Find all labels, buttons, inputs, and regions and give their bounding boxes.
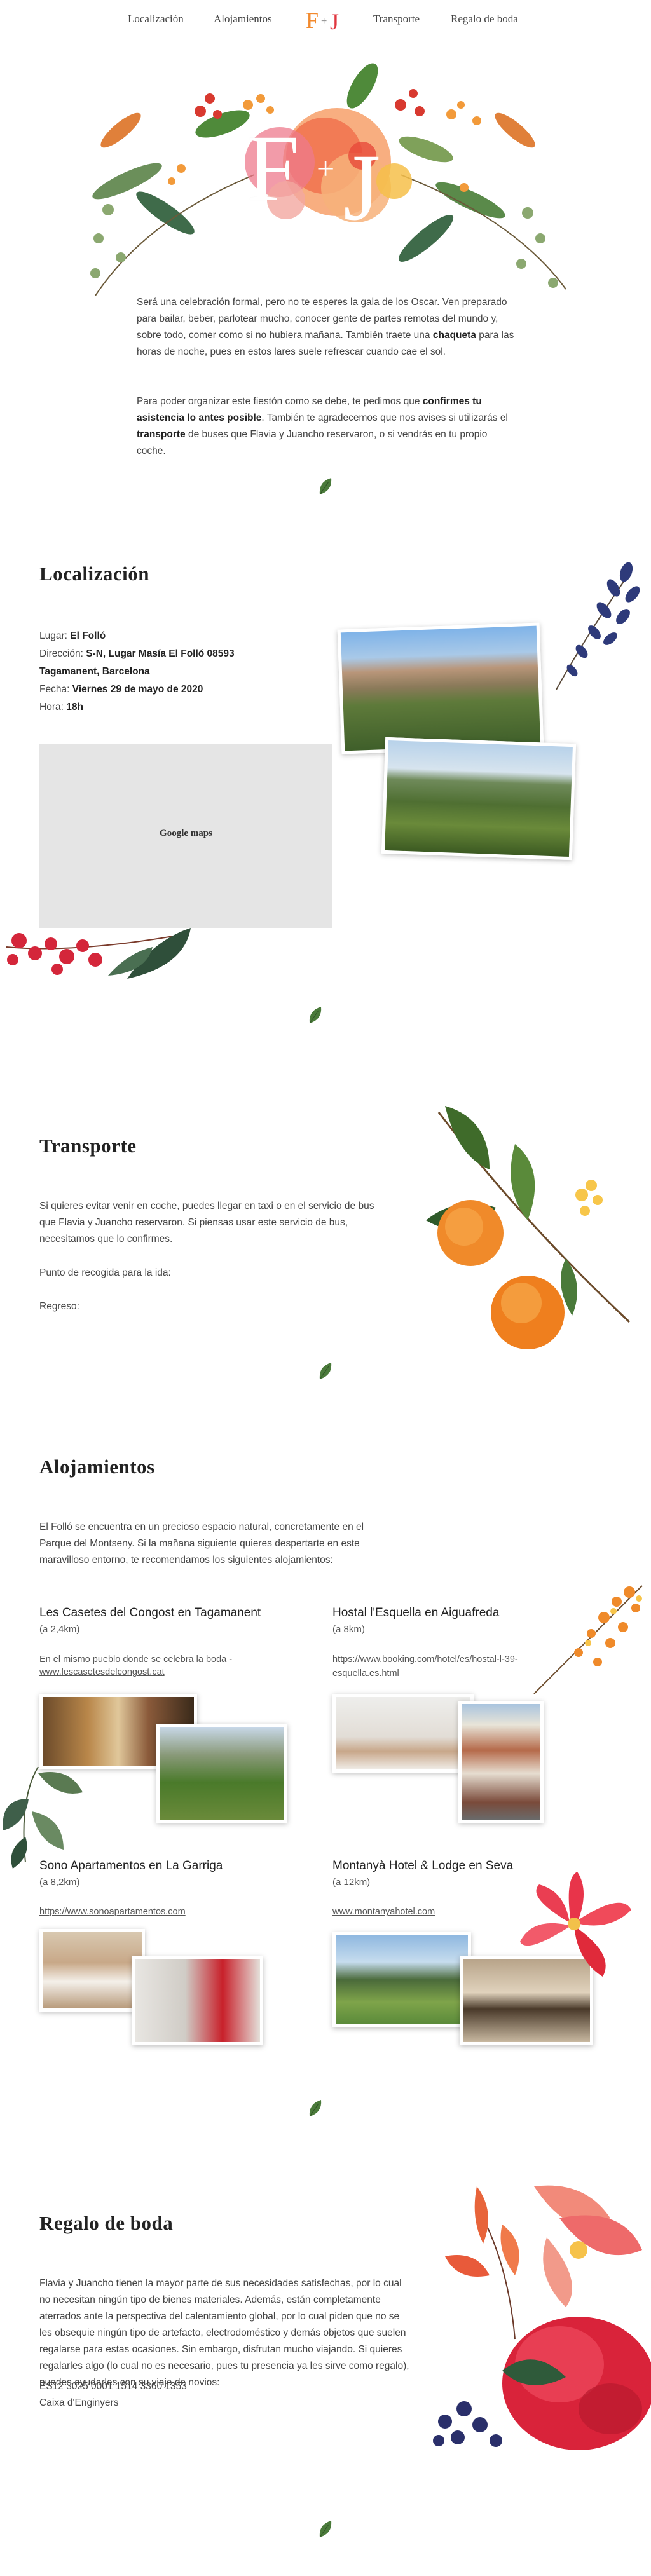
transporte-pickup: Punto de recogida para la ida:: [39, 1267, 171, 1278]
section-title-alojamientos: Alojamientos: [39, 1455, 155, 1478]
intro-paragraph-1: Será una celebración formal, pero no te …: [137, 294, 518, 360]
hotel-1-photo-garden: [156, 1724, 287, 1823]
red-flower-illustration: [520, 1872, 631, 1977]
intro-2-text: Para poder organizar este fiestón como s…: [137, 396, 423, 407]
hotel-2-name: Hostal l'Esquella en Aiguafreda: [332, 1606, 500, 1619]
hotel-2-photo-room: [332, 1694, 474, 1773]
hotel-2-photo-facade: [458, 1701, 544, 1823]
svg-text:+: +: [321, 16, 327, 27]
section-title-regalo: Regalo de boda: [39, 2212, 174, 2234]
leaf-divider-icon: [319, 1363, 332, 1380]
leaf-divider-icon: [309, 2100, 322, 2117]
hero-monogram: F + J: [242, 121, 407, 240]
hotel-3-photo-bedroom: [39, 1929, 145, 2012]
green-leaves-illustration: [3, 1766, 83, 1869]
regalo-iban: ES12 3025 0001 1514 3360 1353: [39, 2381, 187, 2392]
leaf-divider-icon: [309, 1007, 322, 1024]
venue-photo-cliffs: [337, 622, 544, 754]
leaf-divider-icon: [319, 2521, 332, 2538]
location-fecha: Fecha: Viernes 29 de mayo de 2020: [39, 684, 203, 695]
pomegranate-flower-illustration: [433, 2185, 651, 2450]
svg-text:J: J: [330, 9, 339, 33]
hotel-4-link[interactable]: www.montanyahotel.com: [332, 1905, 435, 1919]
hotel-2-link[interactable]: https://www.booking.com/hotel/es/hostal-…: [332, 1653, 552, 1680]
hotel-1-name: Les Casetes del Congost en Tagamanent: [39, 1606, 261, 1619]
nav-localizacion[interactable]: Localización: [128, 13, 184, 25]
svg-text:F: F: [306, 8, 319, 33]
blue-flower-illustration: [556, 562, 640, 690]
hotel-3-name: Sono Apartamentos en La Garriga: [39, 1859, 223, 1872]
leaf-divider-icon: [319, 478, 332, 495]
regalo-text: Flavia y Juancho tienen la mayor parte d…: [39, 2278, 409, 2388]
hotel-1-distance: (a 2,4km): [39, 1624, 80, 1635]
hotel-4-name: Montanyà Hotel & Lodge en Seva: [332, 1859, 514, 1872]
hotel-3-distance: (a 8,2km): [39, 1877, 80, 1888]
location-hora: Hora: 18h: [39, 702, 83, 712]
hotel-3-photo-living: [132, 1956, 263, 2045]
monogram-f: F: [247, 116, 300, 221]
fj-logo-icon[interactable]: F + J: [306, 6, 345, 33]
location-details: Lugar: El Folló Dirección: S-N, Lugar Ma…: [39, 627, 287, 716]
red-berries-illustration: [6, 928, 191, 979]
hotel-1-note: En el mismo pueblo donde se celebra la b…: [39, 1654, 233, 1665]
intro-1-bold: chaqueta: [432, 330, 476, 341]
google-maps-embed[interactable]: Google maps: [39, 744, 332, 928]
transporte-return: Regreso:: [39, 1301, 79, 1312]
regalo-bank: Caixa d'Enginyers: [39, 2397, 119, 2408]
orange-blossom-illustration: [533, 1585, 643, 1694]
section-title-transporte: Transporte: [39, 1135, 137, 1157]
intro-2-bold-transporte: transporte: [137, 429, 186, 440]
venue-photo-mountains: [381, 737, 577, 861]
top-navigation: Localización Alojamientos F + J Transpor…: [0, 0, 651, 39]
hotel-2-distance: (a 8km): [332, 1624, 365, 1635]
intro-paragraph-2: Para poder organizar este fiestón como s…: [137, 393, 518, 460]
section-title-localizacion: Localización: [39, 562, 150, 585]
monogram-plus: +: [317, 151, 335, 186]
hotel-1-link[interactable]: www.lescasetesdelcongost.cat: [39, 1665, 165, 1679]
alojamientos-intro: El Folló se encuentra en un precioso esp…: [39, 1522, 364, 1565]
location-direccion: Dirección: S-N, Lugar Masía El Folló 085…: [39, 648, 235, 677]
nav-alojamientos[interactable]: Alojamientos: [214, 13, 272, 25]
hotel-3-link[interactable]: https://www.sonoapartamentos.com: [39, 1905, 186, 1919]
hotel-4-distance: (a 12km): [332, 1877, 371, 1888]
hotel-4-photo-exterior: [332, 1932, 471, 2027]
intro-2-text-end: de buses que Flavia y Juancho reservaron…: [137, 429, 488, 456]
nav-regalo-de-boda[interactable]: Regalo de boda: [451, 13, 518, 25]
google-maps-label: Google maps: [160, 828, 212, 838]
location-lugar: Lugar: El Folló: [39, 630, 106, 641]
transporte-text: Si quieres evitar venir en coche, puedes…: [39, 1201, 374, 1244]
nav-transporte[interactable]: Transporte: [373, 13, 420, 25]
intro-2-text-mid: . También te agradecemos que nos avises …: [261, 412, 508, 423]
oranges-illustration: [426, 1106, 631, 1349]
monogram-j: J: [343, 135, 381, 240]
